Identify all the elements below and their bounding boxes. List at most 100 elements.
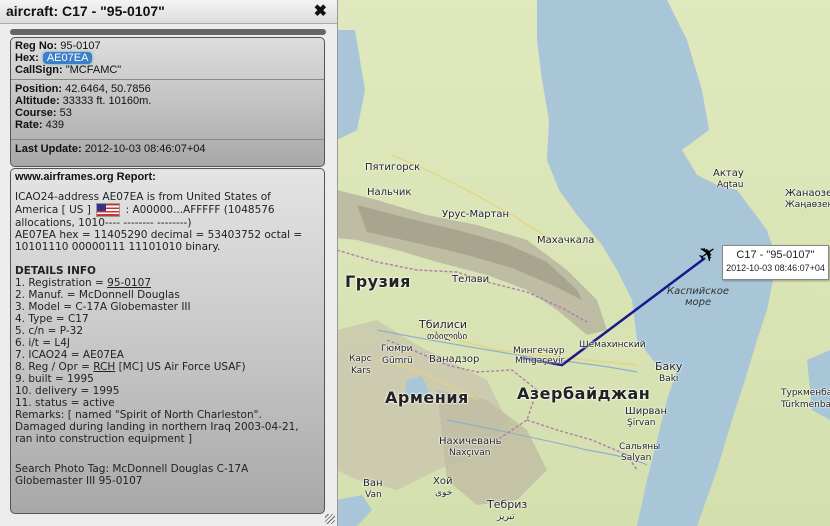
callsign-row: CallSign: "MCFAMC" (15, 64, 320, 76)
altitude-row: Altitude: 33333 ft. 10160m. (15, 95, 320, 107)
map-label-urus-martan: Урус-Мартан (442, 209, 510, 220)
detail-opr-text: 8. Reg / Opr = (15, 361, 94, 373)
map-label-nakhichevan-az: Naxçıvan (449, 448, 491, 458)
registration-link[interactable]: 95-0107 (107, 277, 151, 289)
icao-line-1: ICAO24-address AE07EA is from United Sta… (15, 191, 271, 203)
detail-manuf: 2. Manuf. = McDonnell Douglas (15, 289, 180, 301)
detail-icao24: 7. ICAO24 = AE07EA (15, 349, 124, 361)
reg-row: Reg No: 95-0107 (15, 40, 320, 52)
map-label-caspian: Каспийское море (667, 286, 729, 308)
map-label-caspian-1: Каспийское (667, 286, 730, 297)
reg-label: Reg No: (15, 40, 58, 52)
detail-opr-rest: [MC] US Air Force USAF) (115, 361, 246, 373)
operator-link[interactable]: RCH (93, 361, 115, 373)
map-label-tbilisi-ka: თბილისი (427, 332, 468, 342)
map-label-zhanaozen: Жанаозен (785, 188, 830, 199)
map-label-caspian-2: море (684, 297, 712, 308)
panel-titlebar[interactable]: aircraft: C17 - "95-0107" ✖ (0, 0, 337, 24)
rate-row: Rate: 439 (15, 119, 320, 131)
map-label-telavi: Телави (452, 274, 490, 285)
map-label-khoy: Хой (433, 476, 453, 487)
map-label-makhachkala: Махачкала (537, 235, 595, 246)
map-label-azerbaijan: Азербайджан (517, 384, 651, 403)
map-label-turkmenbashi-tm: Türkmenba (781, 400, 830, 410)
aircraft-info-panel: aircraft: C17 - "95-0107" ✖ Reg No: 95-0… (0, 0, 338, 526)
icao-line-2: America [ US ] : A00000...AFFFFF (104857… (15, 203, 320, 217)
detail-opr: 8. Reg / Opr = RCH [MC] US Air Force USA… (15, 361, 320, 373)
map-label-tabriz-fa: تبریز (497, 512, 515, 522)
position-label: Position: (15, 83, 63, 95)
detail-model: 3. Model = C-17A Globemaster III (15, 301, 191, 313)
rate-value: 439 (45, 119, 64, 131)
map-label-mingechaur: Мингечаур (513, 346, 565, 356)
remarks-line-2: Damaged during landing in northern Iraq … (15, 421, 299, 433)
map-label-aktau: Актау (713, 168, 744, 179)
detail-registration: 1. Registration = 95-0107 (15, 277, 320, 289)
position-row: Position: 42.6464, 50.7856 (15, 83, 320, 95)
position-value: 42.6464, 50.7856 (65, 83, 151, 95)
altitude-label: Altitude: (15, 95, 60, 107)
photo-tag-line-2: Globemaster III 95-0107 (15, 475, 143, 487)
map-label-shemakhinsky: Шемахинский (579, 340, 646, 350)
icao-line-2a: America [ US ] (15, 204, 91, 216)
us-flag-icon (96, 203, 121, 217)
resize-handle[interactable] (325, 514, 335, 524)
last-update-label: Last Update: (15, 143, 82, 155)
map-label-gyumri-am: Gümrü (382, 356, 413, 366)
hex-line-1: AE07EA hex = 11405290 decimal = 53403752… (15, 229, 303, 241)
map-label-armeniya: Армения (385, 388, 469, 407)
hex-row: Hex: AE07EA (15, 52, 320, 64)
reg-value: 95-0107 (60, 40, 101, 52)
hex-label: Hex: (15, 52, 39, 64)
map-label-pyatigorsk: Пятигорск (365, 162, 421, 173)
detail-built: 9. built = 1995 (15, 373, 94, 385)
detail-registration-text: 1. Registration = (15, 277, 108, 289)
remarks-line-3: ran into construction equipment ] (15, 433, 193, 445)
map-label-zhanaozen-kz: Жаңаөзен (785, 200, 830, 210)
map-label-kars-tr: Kars (351, 366, 371, 376)
map-label-nakhichevan: Нахичевань (439, 436, 502, 447)
map-label-baku: Баку (655, 360, 683, 373)
map-label-tabriz: Тебриз (487, 498, 528, 511)
map-label-shirvan: Ширван (625, 406, 668, 417)
course-value: 53 (59, 107, 72, 119)
callsign-value: "MCFAMC" (65, 64, 122, 76)
map-label-mingechaur-az: Mingəçevir (515, 356, 565, 366)
map-label-baku-az: Bakı (659, 374, 679, 384)
flight-label-name: C17 - "95-0107" (736, 249, 815, 261)
flight-label[interactable]: C17 - "95-0107" 2012-10-03 08:46:07+04 (722, 245, 829, 280)
map-label-vanadzor: Ванадзор (429, 354, 480, 365)
panel-scroll-strip (10, 29, 326, 35)
detail-it: 6. i/t = L4J (15, 337, 71, 349)
map-label-gruziya: Грузия (345, 272, 411, 291)
detail-type: 4. Type = C17 (15, 313, 89, 325)
map-label-nalchik: Нальчик (367, 187, 412, 198)
map-label-van-tr: Van (365, 490, 382, 500)
map-view[interactable]: ✈ C17 - "95-0107" 2012-10-03 08:46:07+04… (337, 0, 830, 526)
detail-cn: 5. c/n = P-32 (15, 325, 84, 337)
course-row: Course: 53 (15, 107, 320, 119)
map-label-khoy-fa: خوی (435, 488, 453, 498)
detail-delivery: 10. delivery = 1995 (15, 385, 120, 397)
detail-status: 11. status = active (15, 397, 115, 409)
rate-label: Rate: (15, 119, 43, 131)
map-label-salyany-az: Salyan (621, 453, 652, 463)
close-icon[interactable]: ✖ (314, 1, 327, 21)
remarks-line-1: Remarks: [ named "Spirit of North Charle… (15, 409, 262, 421)
map-label-shirvan-az: Şirvan (627, 418, 656, 428)
last-update-value: 2012-10-03 08:46:07+04 (84, 143, 206, 155)
photo-tag-line-1: Search Photo Tag: McDonnell Douglas C-17… (15, 463, 249, 475)
details-title: DETAILS INFO (15, 265, 96, 277)
map-label-aktau-kz: Aqtau (717, 180, 744, 190)
panel-title: aircraft: C17 - "95-0107" (6, 3, 165, 19)
callsign-label: CallSign: (15, 64, 63, 76)
hex-value[interactable]: AE07EA (42, 52, 93, 64)
map-label-turkmenbashi: Туркменба (781, 388, 830, 398)
map-label-tbilisi: Тбилиси (419, 318, 468, 331)
icao-line-2b: : A00000...AFFFFF (1048576 (125, 204, 275, 216)
aircraft-info-box: Reg No: 95-0107 Hex: AE07EA CallSign: "MC… (10, 37, 325, 167)
course-label: Course: (15, 107, 57, 119)
map-label-kars: Карс (349, 354, 372, 364)
altitude-value: 33333 ft. 10160m. (62, 95, 152, 107)
last-update-row: Last Update: 2012-10-03 08:46:07+04 (15, 143, 320, 155)
